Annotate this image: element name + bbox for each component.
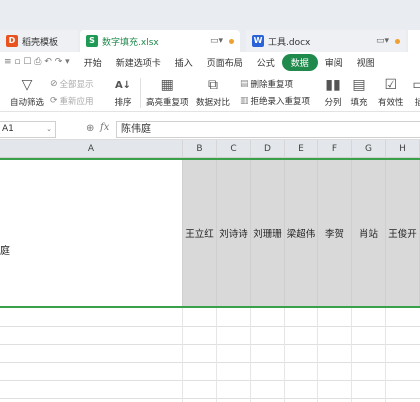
tab-doc-monitor-icon[interactable]: ▭▾ [376,36,389,46]
name-box-dropdown-icon[interactable]: ⌄ [46,122,52,137]
tab-templates-label: 稻壳模板 [22,37,59,48]
spreadsheet-icon: S [86,35,98,47]
column-header-d[interactable]: D [251,140,285,158]
show-all-label: 全部显示 [59,80,94,90]
sort-label: 排序 [114,98,132,108]
doc-unsaved-indicator-icon [395,38,400,44]
menu-bar: ≡ ▫ ☐ ⎙ ↶ ↷ ▾ 开始 新建选项卡 插入 页面布局 公式 数据 审阅 … [0,52,420,72]
column-header-f[interactable]: F [318,140,352,158]
grid-row-line [0,362,420,363]
sort-az-icon: A↓ [114,79,132,91]
tab-overflow[interactable] [408,30,420,52]
insert-dropdown-label: 插 [414,98,420,108]
reapply-button[interactable]: ⟳ 重新应用 [50,95,94,107]
menu-view[interactable]: 视图 [350,56,382,69]
unsaved-indicator-icon [229,38,234,44]
highlight-duplicates-icon: ▦ [160,77,174,93]
data-compare-label: 数据对比 [196,98,231,108]
grid-row-line [0,380,420,381]
tab-document[interactable]: W 工具.docx ▭▾ [246,30,406,52]
fill-button[interactable]: ▤ 填充 [350,76,368,108]
menu-page-layout[interactable]: 页面布局 [200,56,250,69]
tab-monitor-icon[interactable]: ▭▾ [210,36,223,46]
ribbon-data: ▽ 自动筛选 ⊘ 全部显示 ⟳ 重新应用 A↓ 排序 ▦ 高亮重复项 ⧉ 数据对比 … [0,72,420,112]
column-header-a[interactable]: A [0,140,183,158]
show-all-icon: ⊘ [50,79,58,89]
formula-input[interactable]: 陈伟庭 [116,121,420,138]
show-all-button[interactable]: ⊘ 全部显示 [50,78,94,90]
menu-review[interactable]: 审阅 [318,56,350,69]
grid-col-line [317,308,318,402]
filter-icon: ▽ [21,77,33,93]
reject-duplicates-label: 拒绝录入重复项 [250,97,311,107]
validity-button[interactable]: ☑ 有效性 [378,76,404,108]
ribbon-divider [140,78,141,108]
window-tab-bar: D 稻壳模板 S 数字填充.xlsx ▭▾ W 工具.docx ▭▾ [0,0,420,52]
autofilter-button[interactable]: ▽ 自动筛选 [10,76,44,108]
column-header-b[interactable]: B [183,140,217,158]
grid-row-line [0,344,420,345]
selection-outline [0,158,420,308]
grid-row-line [0,398,420,399]
quick-access-toolbar[interactable]: ≡ ▫ ☐ ⎙ ↶ ↷ ▾ [0,57,77,67]
reapply-label: 重新应用 [59,97,94,107]
fx-icon[interactable]: fx [100,122,109,133]
grid-col-line [216,308,217,402]
grid-col-line [250,308,251,402]
tab-document-label: 工具.docx [268,37,311,48]
zoom-search-icon[interactable]: ⊕ [86,123,94,134]
formula-bar: A1 ⌄ ⊕ fx 陈伟庭 [0,120,420,140]
sort-button[interactable]: A↓ 排序 [114,76,132,109]
reject-duplicates-button[interactable]: ▥ 拒绝录入重复项 [240,95,310,107]
tab-templates[interactable]: D 稻壳模板 [0,30,78,52]
data-compare-button[interactable]: ⧉ 数据对比 [196,76,230,108]
reapply-icon: ⟳ [50,96,58,106]
validity-icon: ☑ [384,77,398,93]
autofilter-label: 自动筛选 [10,98,45,108]
menu-home[interactable]: 开始 [77,56,109,69]
menu-insert[interactable]: 插入 [168,56,200,69]
insert-dropdown-button[interactable]: ▭ 插 [410,76,420,108]
tab-spreadsheet[interactable]: S 数字填充.xlsx ▭▾ [80,30,240,52]
fill-icon: ▤ [352,77,366,93]
fill-label: 填充 [350,98,368,108]
grid-col-line [385,308,386,402]
highlight-duplicates-button[interactable]: ▦ 高亮重复项 [146,76,189,108]
compare-icon: ⧉ [208,77,218,93]
grid-col-line [284,308,285,402]
reject-duplicates-icon: ▥ [240,96,249,106]
tab-spreadsheet-label: 数字填充.xlsx [102,37,159,48]
menu-new-tab[interactable]: 新建选项卡 [109,56,168,69]
menu-formulas[interactable]: 公式 [250,56,282,69]
highlight-duplicates-label: 高亮重复项 [146,98,189,108]
document-icon: W [252,35,264,47]
name-box-value: A1 [2,124,14,134]
insert-dropdown-icon: ▭ [412,77,420,93]
grid-row-line [0,326,420,327]
name-box[interactable]: A1 ⌄ [0,121,56,138]
delete-duplicates-icon: ▤ [240,79,249,89]
spreadsheet-grid[interactable]: A B C D E F G H 庭 王立红 刘诗诗 刘珊珊 梁超伟 李贺 肖站 … [0,140,420,402]
grid-col-line [351,308,352,402]
column-header-h[interactable]: H [386,140,420,158]
text-to-columns-button[interactable]: ▮▮ 分列 [324,76,342,108]
split-label: 分列 [324,98,342,108]
docer-icon: D [6,35,18,47]
grid-col-line [182,308,183,402]
validity-label: 有效性 [378,98,404,108]
column-header-e[interactable]: E [285,140,318,158]
delete-duplicates-button[interactable]: ▤ 删除重复项 [240,78,293,90]
menu-data[interactable]: 数据 [281,53,318,71]
delete-duplicates-label: 删除重复项 [250,80,294,90]
column-header-c[interactable]: C [217,140,251,158]
split-columns-icon: ▮▮ [325,77,341,93]
column-header-g[interactable]: G [352,140,386,158]
